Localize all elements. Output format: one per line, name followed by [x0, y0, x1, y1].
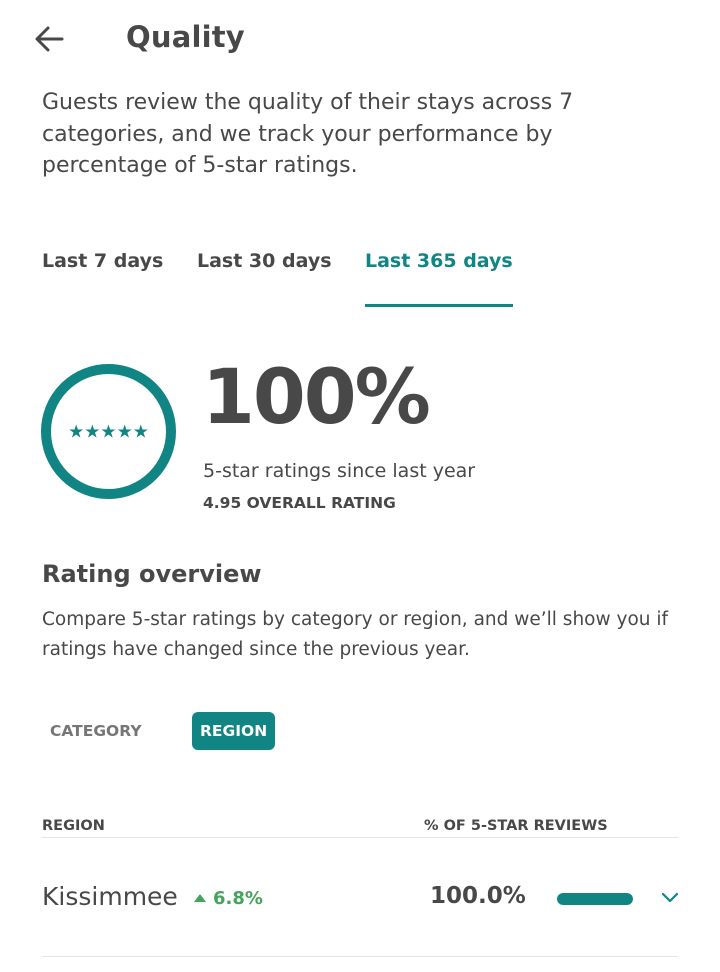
rating-overview-title: Rating overview: [42, 560, 262, 588]
overall-rating: 4.95 OVERALL RATING: [203, 494, 396, 512]
percentage-caption: 5-star ratings since last year: [203, 460, 476, 482]
column-header-five-star-reviews: % OF 5-STAR REVIEWS: [424, 818, 608, 834]
page-title: Quality: [126, 20, 245, 54]
change-indicator: 6.8%: [194, 888, 263, 909]
rating-overview-description: Compare 5-star ratings by category or re…: [42, 609, 669, 660]
region-toggle-button[interactable]: REGION: [192, 712, 276, 750]
five-star-badge: ★★★★★: [41, 364, 176, 499]
table-row[interactable]: Kissimmee 6.8% 100.0%: [0, 860, 720, 936]
tab-last-365-days[interactable]: Last 365 days: [365, 250, 513, 307]
triangle-up-icon: [194, 894, 206, 902]
expand-row-button[interactable]: [660, 890, 680, 906]
category-toggle-button[interactable]: CATEGORY: [42, 712, 150, 750]
tab-last-30-days[interactable]: Last 30 days: [197, 250, 332, 307]
header-divider: [42, 837, 678, 838]
arrow-left-icon: [35, 26, 64, 52]
change-value: 6.8%: [213, 888, 263, 909]
column-header-region: REGION: [42, 818, 105, 834]
quality-screen: Quality Guests review the quality of the…: [0, 0, 720, 972]
percentage-bar-fill: [557, 893, 633, 905]
region-name: Kissimmee: [42, 882, 178, 911]
tab-last-7-days[interactable]: Last 7 days: [42, 250, 163, 307]
five-stars-icon: ★★★★★: [68, 421, 149, 442]
row-divider: [42, 956, 678, 957]
percentage-bar: [557, 893, 633, 905]
region-percentage: 100.0%: [430, 883, 526, 909]
time-range-tabs: Last 7 days Last 30 days Last 365 days: [42, 250, 682, 310]
five-star-percentage: 100%: [202, 352, 431, 441]
intro-text: Guests review the quality of their stays…: [42, 90, 574, 178]
back-button[interactable]: [30, 22, 70, 58]
chevron-down-icon: [661, 892, 679, 903]
